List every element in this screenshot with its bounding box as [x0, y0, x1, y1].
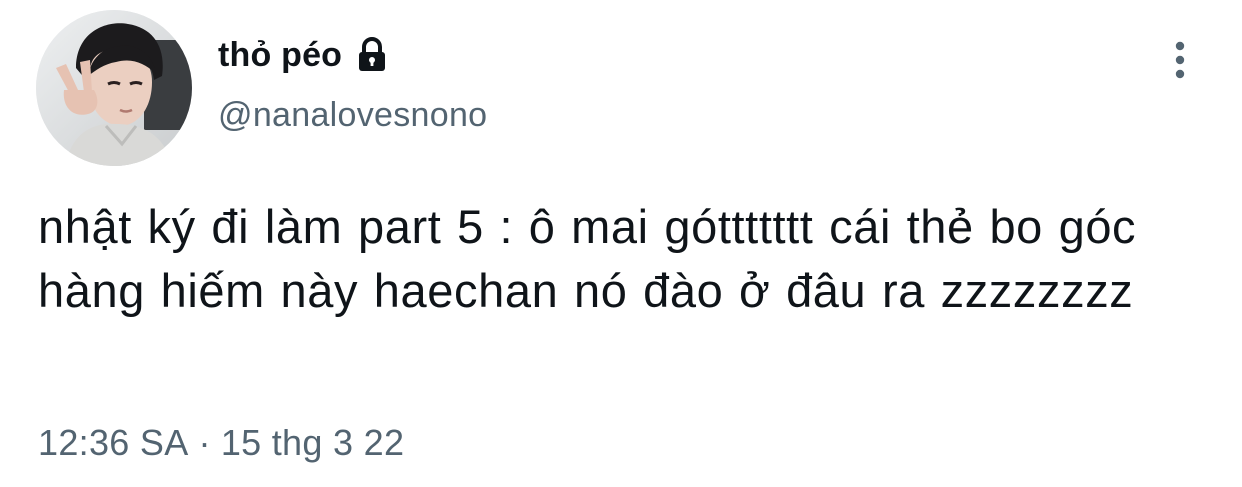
user-handle[interactable]: @nanalovesnono: [218, 96, 487, 135]
more-options-button[interactable]: [1162, 38, 1198, 84]
lock-icon: [352, 35, 392, 75]
timestamp-row: 12:36 SA · 15 thg 3 22: [38, 422, 404, 464]
tweet-text: nhật ký đi làm part 5 : ô mai góttttttt …: [38, 200, 1137, 317]
profile-photo: [36, 10, 192, 166]
display-name[interactable]: thỏ péo: [218, 36, 342, 75]
avatar[interactable]: [36, 10, 192, 166]
tweet-card: thỏ péo @nanalovesnono nhật ký đi làm pa…: [0, 0, 1242, 487]
more-vertical-icon: [1175, 41, 1185, 79]
tweet-date[interactable]: 15 thg 3 22: [221, 422, 404, 463]
tweet-time[interactable]: 12:36 SA: [38, 422, 189, 463]
author-name-row: thỏ péo: [218, 30, 392, 80]
separator-dot: ·: [198, 422, 211, 463]
